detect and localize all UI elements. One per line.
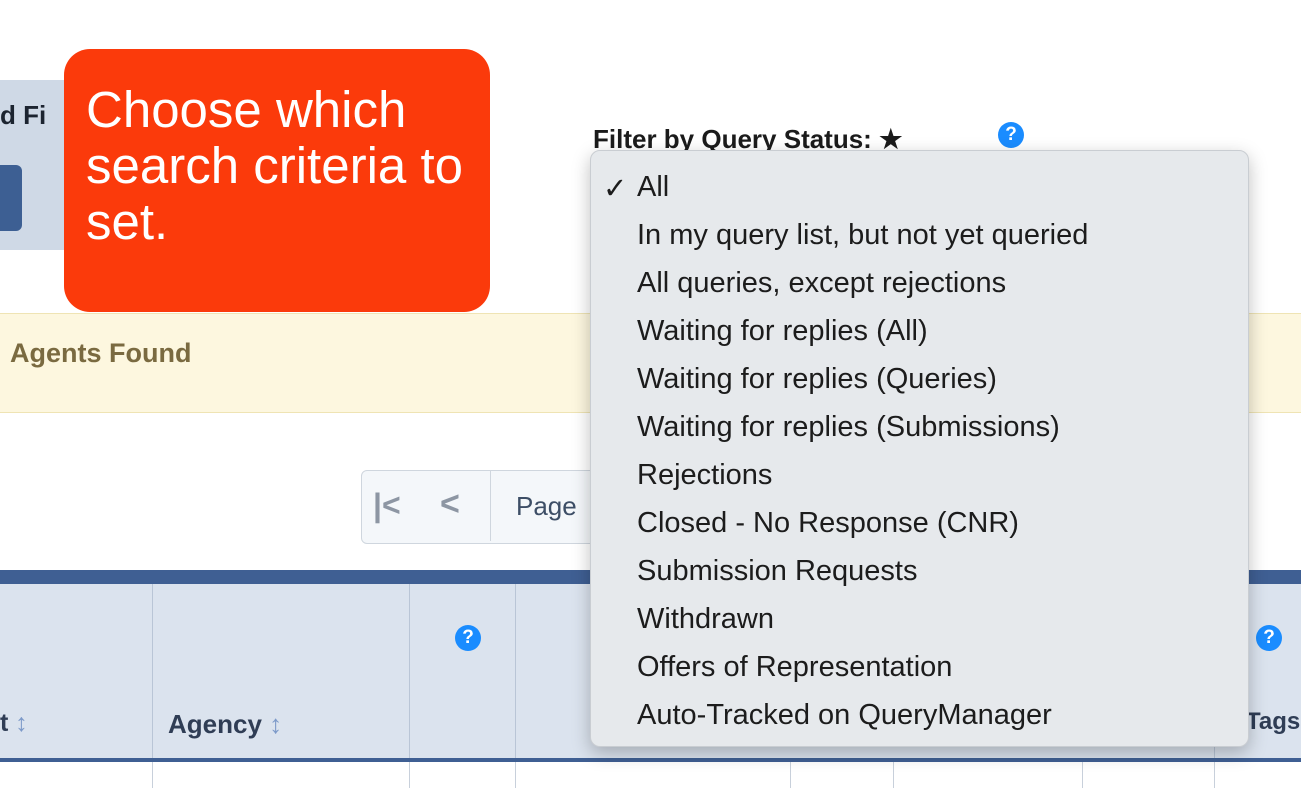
column-divider <box>515 584 516 758</box>
row-cell-divider <box>515 762 516 788</box>
dropdown-option[interactable]: Waiting for replies (Submissions) <box>637 411 1060 444</box>
table-header-bottom-border <box>0 758 1301 762</box>
first-page-icon[interactable]: |< <box>373 487 401 524</box>
column-header-partial-label: t <box>0 709 9 737</box>
column-header-agency[interactable]: Agency ↕ <box>168 709 282 740</box>
column-header-partial[interactable]: t ↕ <box>0 709 28 738</box>
column-header-tags[interactable]: Tags <box>1246 708 1300 736</box>
dropdown-option[interactable]: All queries, except rejections <box>637 267 1006 300</box>
selected-check-icon: ✓ <box>603 173 628 205</box>
help-icon[interactable]: ? <box>1256 625 1282 651</box>
dropdown-option[interactable]: Submission Requests <box>637 555 917 588</box>
help-icon[interactable]: ? <box>998 122 1024 148</box>
pager-divider <box>490 471 491 541</box>
sort-icon[interactable]: ↕ <box>269 709 282 739</box>
dropdown-option[interactable]: Closed - No Response (CNR) <box>637 507 1019 540</box>
help-icon[interactable]: ? <box>455 625 481 651</box>
row-cell-divider <box>1082 762 1083 788</box>
column-divider <box>409 584 410 758</box>
dropdown-option[interactable]: Rejections <box>637 459 772 492</box>
row-cell-divider <box>790 762 791 788</box>
row-cell-divider <box>1214 762 1215 788</box>
dropdown-option[interactable]: All <box>637 171 669 204</box>
row-cell-divider <box>152 762 153 788</box>
dropdown-option[interactable]: In my query list, but not yet queried <box>637 219 1088 252</box>
dropdown-option[interactable]: Waiting for replies (Queries) <box>637 363 997 396</box>
previous-page-icon[interactable]: < <box>440 485 460 524</box>
row-cell-divider <box>409 762 410 788</box>
dropdown-option[interactable]: Offers of Representation <box>637 651 952 684</box>
dropdown-option[interactable]: Waiting for replies (All) <box>637 315 928 348</box>
agency-header-label: Agency <box>168 709 262 739</box>
page-label: Page <box>516 491 577 521</box>
left-tab-button[interactable] <box>0 165 22 231</box>
sort-icon[interactable]: ↕ <box>15 709 28 737</box>
agents-found-text: Agents Found <box>10 338 192 368</box>
left-tab-label: d Fi <box>0 100 47 130</box>
row-cell-divider <box>893 762 894 788</box>
dropdown-option[interactable]: Withdrawn <box>637 603 774 636</box>
column-divider <box>152 584 153 758</box>
dropdown-option[interactable]: Auto-Tracked on QueryManager <box>637 699 1052 732</box>
callout-text: Choose which search criteria to set. <box>86 81 463 250</box>
